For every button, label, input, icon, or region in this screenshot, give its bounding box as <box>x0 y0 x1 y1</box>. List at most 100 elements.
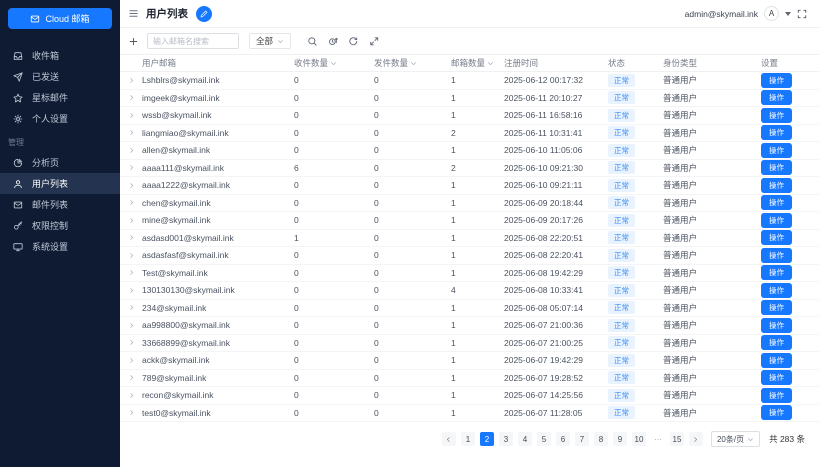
cell-role: 普通用户 <box>663 302 698 313</box>
status-badge: 正常 <box>608 388 635 402</box>
status-badge: 正常 <box>608 283 635 297</box>
row-action-button[interactable]: 操作 <box>761 230 792 246</box>
page-button[interactable]: 9 <box>612 432 627 446</box>
row-action-button[interactable]: 操作 <box>761 282 792 298</box>
page-button[interactable]: 4 <box>517 432 532 446</box>
page-button[interactable]: 5 <box>536 432 551 446</box>
fullscreen-icon[interactable] <box>797 9 807 19</box>
row-action-button[interactable]: 操作 <box>761 107 792 123</box>
row-action-button[interactable]: 操作 <box>761 90 792 106</box>
row-expand-icon[interactable] <box>128 392 142 399</box>
page-button[interactable]: 7 <box>574 432 589 446</box>
column-header-sent[interactable]: 发件数量 <box>374 57 451 69</box>
sort-caret-icon[interactable] <box>410 60 417 67</box>
cell-mailboxes: 2 <box>451 162 456 173</box>
row-expand-icon[interactable] <box>128 112 142 119</box>
sort-caret-icon[interactable] <box>330 60 337 67</box>
row-expand-icon[interactable] <box>128 357 142 364</box>
sidebar-item[interactable]: 星标邮件 <box>0 87 120 108</box>
cell-email: aaaa111@skymail.ink <box>142 162 225 173</box>
row-expand-icon[interactable] <box>128 304 142 311</box>
row-expand-icon[interactable] <box>128 182 142 189</box>
row-action-button[interactable]: 操作 <box>761 247 792 263</box>
row-expand-icon[interactable] <box>128 287 142 294</box>
column-header-received[interactable]: 收件数量 <box>294 57 374 69</box>
row-action-button[interactable]: 操作 <box>761 265 792 281</box>
sidebar-item[interactable]: 系统设置 <box>0 236 120 257</box>
row-action-button[interactable]: 操作 <box>761 195 792 211</box>
row-expand-icon[interactable] <box>128 147 142 154</box>
send-icon <box>13 71 23 82</box>
page-button[interactable]: 10 <box>631 432 646 446</box>
cell-email: wssb@skymail.ink <box>142 110 212 121</box>
collapse-menu-icon[interactable] <box>128 8 139 19</box>
page-button[interactable]: 8 <box>593 432 608 446</box>
row-action-button[interactable]: 操作 <box>761 370 792 386</box>
page-button[interactable]: 2 <box>479 432 494 446</box>
brand-button[interactable]: Cloud 邮箱 <box>8 8 112 29</box>
row-expand-icon[interactable] <box>128 252 142 259</box>
row-expand-icon[interactable] <box>128 322 142 329</box>
cell-role: 普通用户 <box>663 355 698 366</box>
filter-select[interactable]: 全部 <box>249 33 292 49</box>
search-input[interactable] <box>147 33 239 49</box>
page-button[interactable]: 1 <box>460 432 475 446</box>
row-expand-icon[interactable] <box>128 374 142 381</box>
add-user-button[interactable] <box>128 36 139 47</box>
row-action-button[interactable]: 操作 <box>761 177 792 193</box>
prev-page-button[interactable] <box>441 432 456 446</box>
row-expand-icon[interactable] <box>128 269 142 276</box>
sidebar-item-label: 邮件列表 <box>32 200 69 210</box>
row-expand-icon[interactable] <box>128 94 142 101</box>
caret-down-icon[interactable] <box>785 11 791 16</box>
page-button[interactable]: 3 <box>498 432 513 446</box>
row-expand-icon[interactable] <box>128 217 142 224</box>
row-expand-icon[interactable] <box>128 129 142 136</box>
status-badge: 正常 <box>608 161 635 175</box>
page-size-select[interactable]: 20条/页 <box>710 431 761 447</box>
edit-button[interactable] <box>196 5 212 22</box>
row-action-button[interactable]: 操作 <box>761 405 792 421</box>
cell-registered: 2025-06-10 09:21:11 <box>504 180 583 191</box>
page-button[interactable]: ··· <box>651 432 665 446</box>
row-expand-icon[interactable] <box>128 164 142 171</box>
cell-role: 普通用户 <box>663 215 698 226</box>
row-action-button[interactable]: 操作 <box>761 387 792 403</box>
history-sort-icon[interactable] <box>328 36 339 47</box>
row-action-button[interactable]: 操作 <box>761 160 792 176</box>
row-expand-icon[interactable] <box>128 234 142 241</box>
cell-email: Lshblrs@skymail.ink <box>142 75 220 86</box>
row-expand-icon[interactable] <box>128 77 142 84</box>
row-expand-icon[interactable] <box>128 409 142 416</box>
sidebar-item[interactable]: 权限控制 <box>0 215 120 236</box>
search-icon[interactable] <box>307 36 318 47</box>
sidebar-item[interactable]: 用户列表 <box>0 173 120 194</box>
row-action-button[interactable]: 操作 <box>761 352 792 368</box>
row-action-button[interactable]: 操作 <box>761 300 792 316</box>
sidebar-item[interactable]: 分析页 <box>0 152 120 173</box>
row-action-button[interactable]: 操作 <box>761 317 792 333</box>
refresh-icon[interactable] <box>348 36 359 47</box>
sidebar-item[interactable]: 邮件列表 <box>0 194 120 215</box>
next-page-button[interactable] <box>688 432 703 446</box>
sidebar-item[interactable]: 收件箱 <box>0 45 120 66</box>
cell-registered: 2025-06-12 00:17:32 <box>504 75 583 86</box>
row-action-button[interactable]: 操作 <box>761 142 792 158</box>
row-action-button[interactable]: 操作 <box>761 125 792 141</box>
cell-received: 0 <box>294 337 299 348</box>
sidebar-item[interactable]: 已发送 <box>0 66 120 87</box>
sidebar-item[interactable]: 个人设置 <box>0 108 120 129</box>
filter-select-value: 全部 <box>256 36 274 46</box>
cell-mailboxes: 1 <box>451 302 456 313</box>
column-header-mailboxes[interactable]: 邮箱数量 <box>451 57 504 69</box>
sort-caret-icon[interactable] <box>487 60 494 67</box>
row-action-button[interactable]: 操作 <box>761 335 792 351</box>
avatar[interactable]: A <box>764 6 779 21</box>
expand-icon[interactable] <box>369 36 380 47</box>
row-expand-icon[interactable] <box>128 339 142 346</box>
row-action-button[interactable]: 操作 <box>761 72 792 88</box>
page-button[interactable]: 15 <box>669 432 684 446</box>
row-action-button[interactable]: 操作 <box>761 212 792 228</box>
page-button[interactable]: 6 <box>555 432 570 446</box>
row-expand-icon[interactable] <box>128 199 142 206</box>
